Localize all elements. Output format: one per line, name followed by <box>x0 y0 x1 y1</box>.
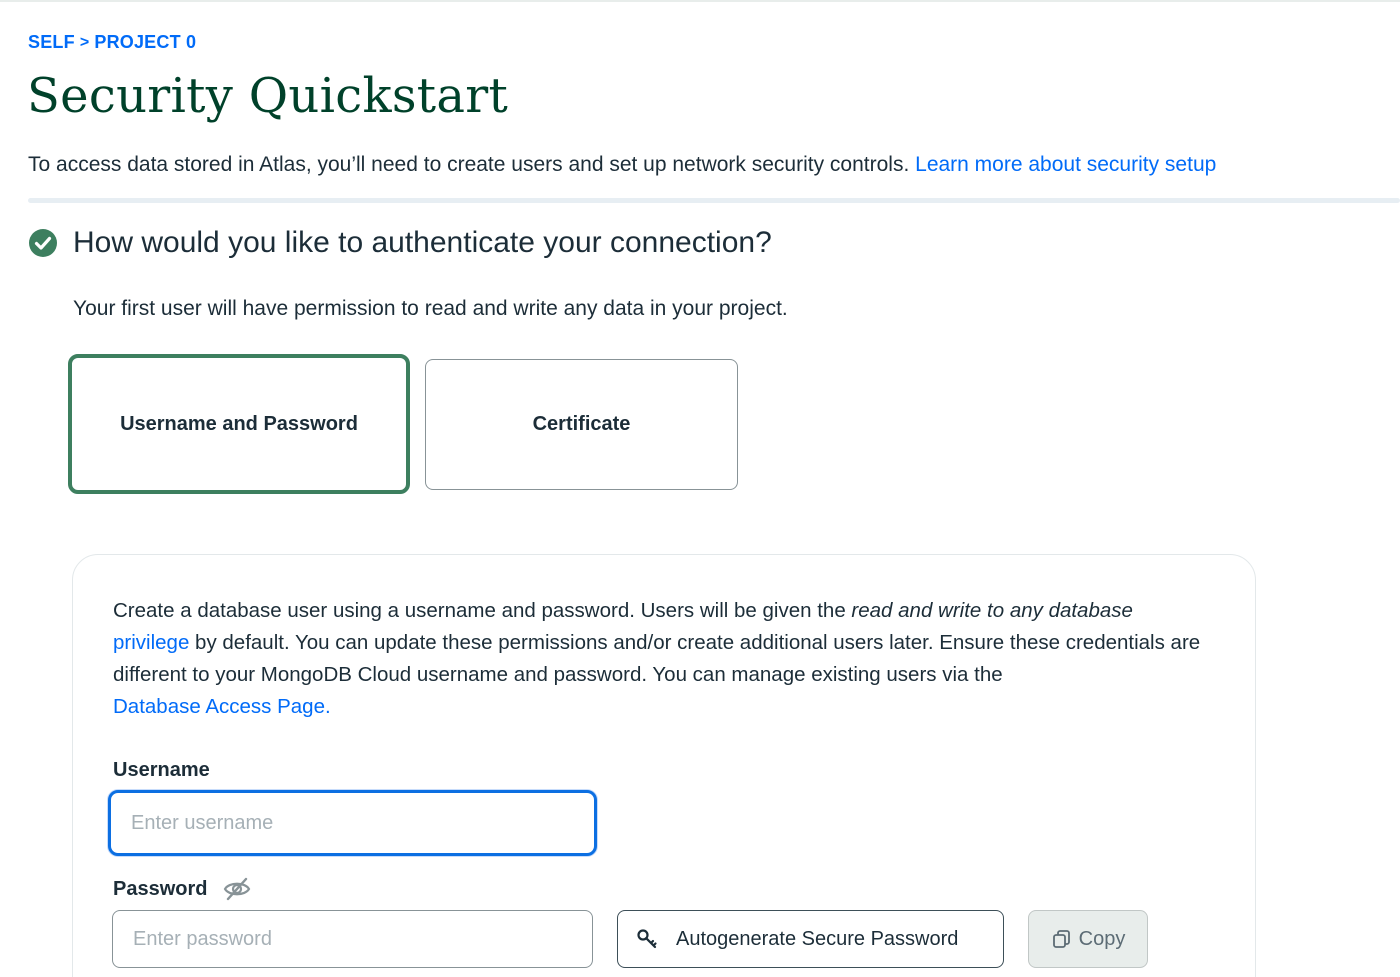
key-icon <box>637 929 657 949</box>
auth-section-heading: How would you like to authenticate your … <box>73 226 772 259</box>
user-form-description: Create a database user using a username … <box>113 595 1238 723</box>
copy-password-button[interactable]: Copy <box>1028 910 1148 968</box>
auth-option-certificate[interactable]: Certificate <box>425 359 738 490</box>
breadcrumb-org-link[interactable]: SELF <box>28 32 75 53</box>
eye-slash-icon[interactable] <box>222 876 252 902</box>
breadcrumb-project-link[interactable]: PROJECT 0 <box>94 32 196 53</box>
password-label: Password <box>113 878 208 900</box>
auth-option-label: Username and Password <box>120 412 358 435</box>
username-input[interactable] <box>108 790 597 856</box>
breadcrumb: SELF > PROJECT 0 <box>28 32 196 53</box>
copy-icon <box>1052 930 1070 948</box>
database-access-page-link[interactable]: Database Access Page. <box>113 695 331 718</box>
autogenerate-button-label: Autogenerate Secure Password <box>676 927 959 950</box>
privilege-link[interactable]: privilege <box>113 631 189 654</box>
description-italic-text: read and write to any database <box>851 599 1133 622</box>
password-input[interactable] <box>112 910 593 968</box>
auth-option-username-password[interactable]: Username and Password <box>68 354 410 494</box>
learn-more-security-link[interactable]: Learn more about security setup <box>915 153 1216 176</box>
autogenerate-password-button[interactable]: Autogenerate Secure Password <box>617 910 1004 968</box>
copy-button-label: Copy <box>1078 927 1126 950</box>
intro-text: To access data stored in Atlas, you’ll n… <box>28 153 1216 177</box>
page-title: Security Quickstart <box>27 68 509 124</box>
username-label: Username <box>113 759 210 781</box>
check-circle-icon <box>29 229 57 257</box>
description-text: Create a database user using a username … <box>113 599 852 622</box>
auth-option-label: Certificate <box>532 413 631 435</box>
top-border <box>0 0 1400 2</box>
section-divider <box>28 198 1400 203</box>
breadcrumb-separator: > <box>79 33 90 51</box>
auth-section-subtitle: Your first user will have permission to … <box>73 297 788 320</box>
intro-text-body: To access data stored in Atlas, you’ll n… <box>28 153 916 176</box>
description-text: by default. You can update these permiss… <box>113 631 1201 686</box>
security-quickstart-page: SELF > PROJECT 0 Security Quickstart To … <box>0 0 1400 977</box>
